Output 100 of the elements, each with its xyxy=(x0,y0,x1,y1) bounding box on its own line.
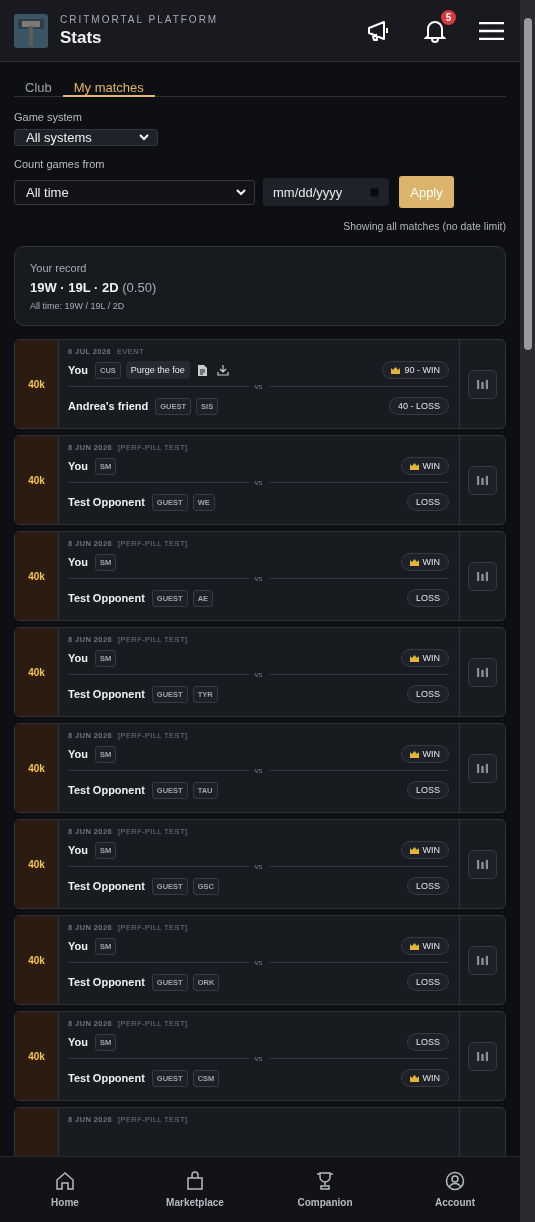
nav-item[interactable]: Home xyxy=(0,1157,130,1222)
crown-icon xyxy=(409,654,419,662)
result-pill: LOSS xyxy=(407,589,449,607)
player-name: Test Opponent xyxy=(68,592,145,604)
crown-icon xyxy=(409,750,419,758)
notification-count: 5 xyxy=(441,9,456,25)
record-summary: 19W · 19L · 2D (0.50) xyxy=(30,280,158,295)
stats-button[interactable] xyxy=(468,849,497,879)
bar-chart-icon xyxy=(477,763,488,773)
date-field[interactable]: mm/dd/yyyy xyxy=(263,178,389,206)
bar-chart-icon xyxy=(477,1051,488,1061)
game-system: 40k xyxy=(28,1050,45,1062)
crown-icon xyxy=(409,1074,419,1082)
player-name: Test Opponent xyxy=(68,688,145,700)
crown-icon xyxy=(409,462,419,470)
player-name: You xyxy=(68,844,88,856)
player-name: You xyxy=(68,940,88,952)
period-select[interactable]: All time xyxy=(14,179,255,205)
player-name: Test Opponent xyxy=(68,496,145,508)
result-pill: LOSS xyxy=(407,685,449,703)
mission-tag: Purge the foe xyxy=(125,361,190,379)
stats-button[interactable] xyxy=(468,1041,497,1071)
versus-label: vs xyxy=(254,766,263,775)
game-system: 40k xyxy=(28,858,45,870)
nav-item[interactable]: Companion xyxy=(260,1157,390,1222)
player-name: Andrea's friend xyxy=(68,400,149,412)
result-pill: WIN xyxy=(400,1069,449,1087)
chevron-down-icon xyxy=(139,134,149,141)
nav-item[interactable]: Account xyxy=(390,1157,520,1222)
scrollbar-thumb[interactable] xyxy=(523,18,532,350)
game-system: 40k xyxy=(28,570,45,582)
versus-label: vs xyxy=(254,574,263,583)
result-pill: LOSS xyxy=(407,1033,449,1051)
bar-chart-icon xyxy=(477,571,488,581)
chevron-down-icon xyxy=(236,188,246,196)
result-pill: WIN xyxy=(400,937,449,955)
stats-button[interactable] xyxy=(468,657,497,687)
crown-icon xyxy=(409,942,419,950)
system-select[interactable]: All systems xyxy=(14,129,158,146)
versus-label: vs xyxy=(254,958,263,967)
versus-label: vs xyxy=(254,670,263,679)
stats-button[interactable] xyxy=(468,369,497,399)
crown-icon xyxy=(409,846,419,854)
tab[interactable]: My matches xyxy=(62,80,155,97)
stats-button[interactable] xyxy=(468,945,497,975)
crown-icon xyxy=(391,366,401,374)
game-system: 40k xyxy=(28,954,45,966)
player-name: Test Opponent xyxy=(68,784,145,796)
shopping-bag-icon xyxy=(185,1171,205,1191)
player-name: You xyxy=(68,652,88,664)
field-label: Game system xyxy=(14,111,83,123)
document-icon[interactable] xyxy=(197,364,207,376)
bar-chart-icon xyxy=(477,859,488,869)
result-pill: LOSS xyxy=(407,973,449,991)
stats-button[interactable] xyxy=(468,465,497,495)
player-name: You xyxy=(68,364,88,376)
app-logo xyxy=(14,13,48,48)
result-pill: LOSS xyxy=(407,781,449,799)
game-system: 40k xyxy=(28,378,45,390)
game-system: 40k xyxy=(28,474,45,486)
all-time-record: All time: 19W / 19L / 2D xyxy=(30,301,126,311)
result-pill: LOSS xyxy=(407,493,449,511)
game-system: 40k xyxy=(28,666,45,678)
page-title: Stats xyxy=(60,27,103,48)
bar-chart-icon xyxy=(477,379,488,389)
tab[interactable]: Club xyxy=(14,80,63,97)
result-pill: 90 - WIN xyxy=(382,361,449,379)
player-name: You xyxy=(68,556,88,568)
player-name: You xyxy=(68,1036,88,1048)
stats-button[interactable] xyxy=(468,561,497,591)
result-pill: 40 - LOSS xyxy=(388,397,449,415)
trophy-icon xyxy=(315,1171,335,1191)
stats-button[interactable] xyxy=(468,753,497,783)
versus-label: vs xyxy=(254,478,263,487)
player-name: Test Opponent xyxy=(68,880,145,892)
result-pill: WIN xyxy=(400,649,449,667)
result-pill: WIN xyxy=(400,745,449,763)
bar-chart-icon xyxy=(477,475,488,485)
nav-item[interactable]: Marketplace xyxy=(130,1157,260,1222)
player-name: You xyxy=(68,748,88,760)
result-pill: WIN xyxy=(400,457,449,475)
field-label: Count games from xyxy=(14,158,106,170)
record-label: Your record xyxy=(30,262,88,274)
player-name: Test Opponent xyxy=(68,1072,145,1084)
account-icon xyxy=(445,1171,465,1191)
result-pill: WIN xyxy=(400,553,449,571)
download-icon[interactable] xyxy=(216,364,229,376)
versus-label: vs xyxy=(254,1054,263,1063)
result-pill: LOSS xyxy=(407,877,449,895)
result-pill: WIN xyxy=(400,841,449,859)
platform-name: CRITMORTAL PLATFORM xyxy=(60,13,220,25)
versus-label: vs xyxy=(254,382,263,391)
bar-chart-icon xyxy=(477,955,488,965)
bar-chart-icon xyxy=(477,667,488,677)
versus-label: vs xyxy=(254,862,263,871)
player-name: Test Opponent xyxy=(68,976,145,988)
home-icon xyxy=(55,1171,75,1191)
player-name: You xyxy=(68,460,88,472)
calendar-icon xyxy=(370,187,379,197)
game-system: 40k xyxy=(28,762,45,774)
